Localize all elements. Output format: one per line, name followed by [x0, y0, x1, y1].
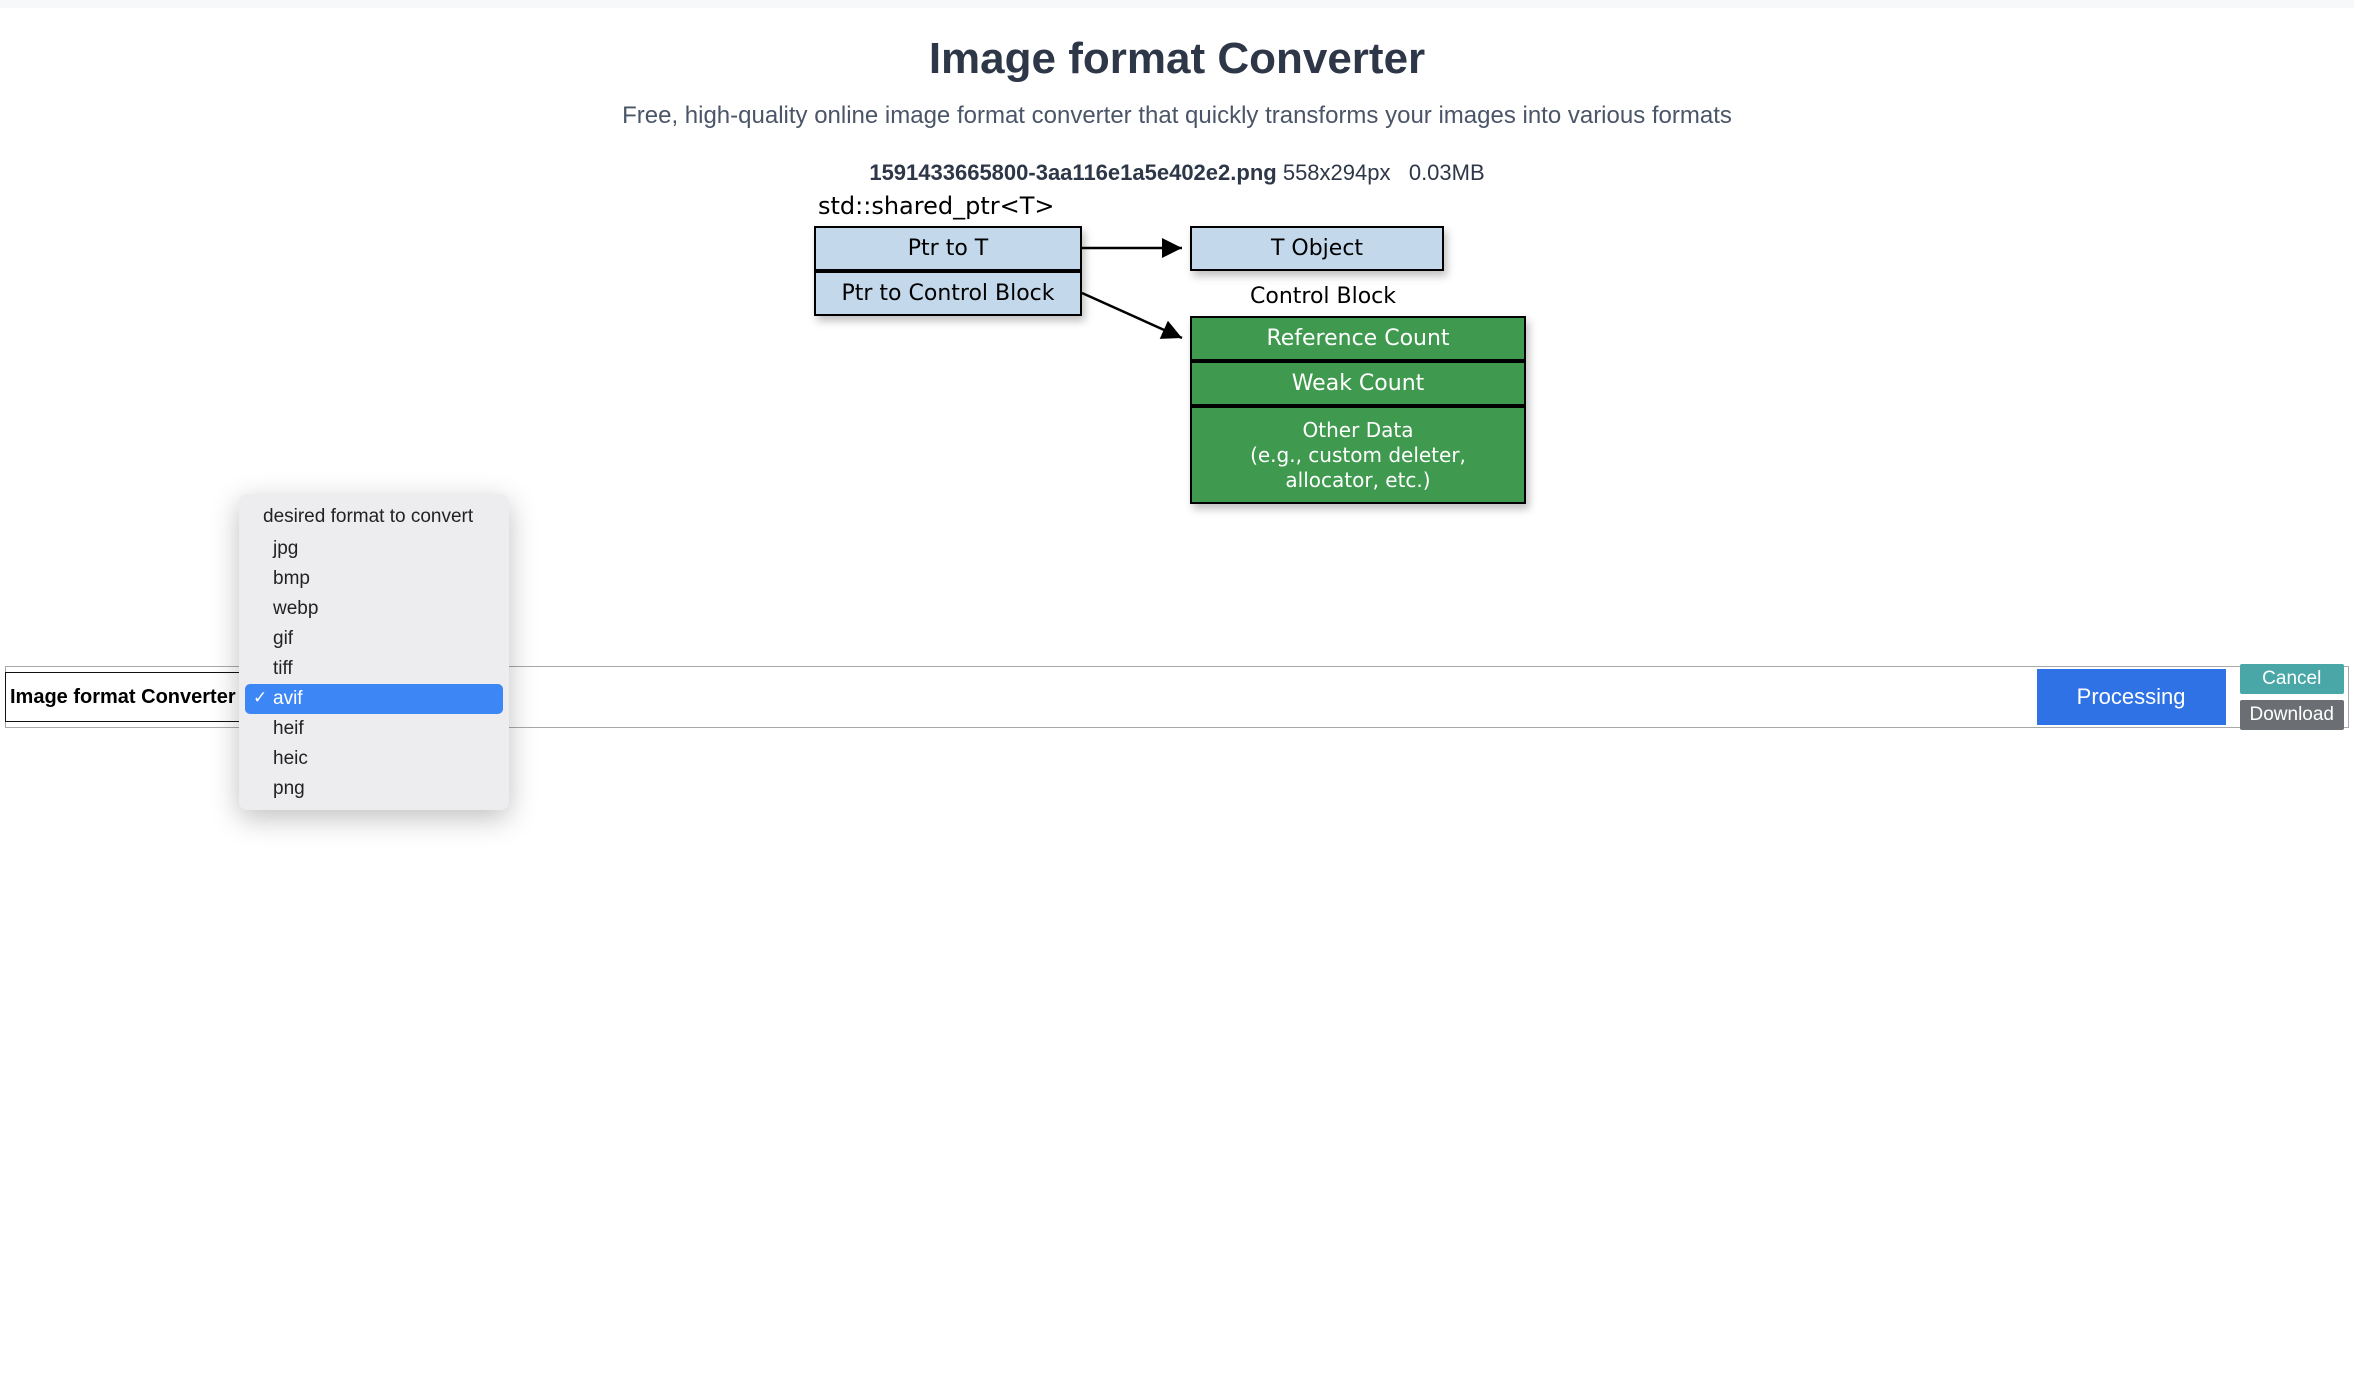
format-option-gif[interactable]: gif — [245, 624, 503, 654]
diagram-arrows — [1082, 226, 1192, 346]
converter-action-column: Cancel Download — [2240, 664, 2345, 730]
format-dropdown[interactable]: desired format to convert jpgbmpwebpgift… — [239, 494, 509, 810]
file-size: 0.03MB — [1409, 160, 1485, 185]
control-block-label: Control Block — [1250, 284, 1396, 309]
converter-bar-label: Image format Converter — [5, 672, 241, 722]
top-strip — [0, 0, 2354, 8]
file-name: 1591433665800-3aa116e1a5e402e2.png — [869, 160, 1276, 185]
file-dimensions: 558x294px — [1283, 160, 1391, 185]
diagram-box-t-object: T Object — [1190, 226, 1444, 271]
cancel-button[interactable]: Cancel — [2240, 664, 2345, 694]
page-title: Image format Converter — [0, 34, 2354, 84]
diagram-box-refcount: Reference Count — [1190, 316, 1526, 361]
diagram-caption: std::shared_ptr<T> — [818, 192, 1054, 220]
format-option-avif[interactable]: avif — [245, 684, 503, 714]
format-option-jpg[interactable]: jpg — [245, 534, 503, 564]
shared-ptr-diagram: std::shared_ptr<T> Ptr to T Ptr to Contr… — [814, 192, 1540, 552]
format-option-heic[interactable]: heic — [245, 744, 503, 774]
format-dropdown-header: desired format to convert — [245, 500, 503, 534]
diagram-box-ptr-cb: Ptr to Control Block — [814, 271, 1082, 316]
download-button[interactable]: Download — [2240, 700, 2345, 730]
page-subtitle: Free, high-quality online image format c… — [0, 102, 2354, 130]
page-main: Image format Converter Free, high-qualit… — [0, 34, 2354, 552]
diagram-box-otherdata: Other Data (e.g., custom deleter, alloca… — [1190, 406, 1526, 504]
format-option-webp[interactable]: webp — [245, 594, 503, 624]
format-option-tiff[interactable]: tiff — [245, 654, 503, 684]
file-info: 1591433665800-3aa116e1a5e402e2.png 558x2… — [0, 160, 2354, 186]
diagram-box-ptr-t: Ptr to T — [814, 226, 1082, 271]
format-option-bmp[interactable]: bmp — [245, 564, 503, 594]
diagram-box-weakcount: Weak Count — [1190, 361, 1526, 406]
format-option-heif[interactable]: heif — [245, 714, 503, 744]
processing-button[interactable]: Processing — [2037, 669, 2226, 725]
format-option-png[interactable]: png — [245, 774, 503, 804]
